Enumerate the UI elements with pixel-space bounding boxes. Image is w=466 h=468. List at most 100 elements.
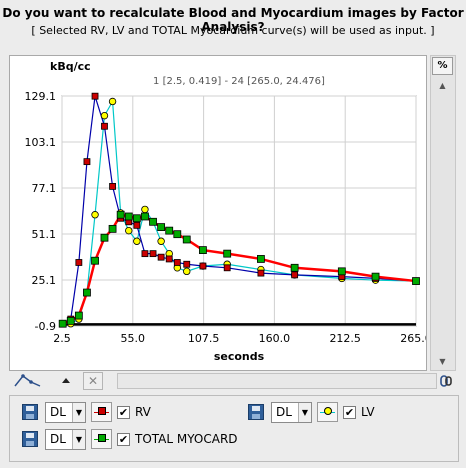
data-point (257, 269, 265, 277)
circle-marker-icon (324, 407, 332, 415)
curve-row-rv: DL ▼ ✔ RV (22, 400, 151, 424)
data-point (371, 272, 380, 281)
data-point (133, 237, 141, 245)
data-point (157, 237, 165, 245)
data-point (157, 253, 165, 261)
data-point (173, 259, 181, 266)
data-point (91, 92, 99, 100)
y-tick-label: 25.1 (32, 274, 57, 287)
data-point (108, 224, 117, 233)
curve-label-lv: LV (361, 405, 375, 419)
curve-chart[interactable]: 129.1103.177.151.125.1-0.92.5 55.0 107.5 16… (10, 56, 432, 370)
marker-style-button-rv[interactable] (91, 402, 112, 422)
data-point (199, 262, 207, 270)
square-marker-icon (98, 407, 106, 415)
data-point (149, 217, 157, 226)
curve-row-myocard: DL ▼ ✔ TOTAL MYOCARD (22, 427, 238, 451)
data-point (257, 255, 265, 263)
x-tick-label: 265.0 (400, 332, 426, 345)
chevron-down-icon: ▼ (298, 402, 311, 422)
horizontal-scrollbar[interactable] (117, 373, 437, 389)
data-point (337, 267, 346, 276)
data-point (83, 158, 91, 166)
y-tick-label: 103.1 (25, 136, 57, 149)
mode-select-lv[interactable]: DL ▼ (271, 401, 312, 423)
data-point (291, 271, 299, 279)
curve-label-myocard: TOTAL MYOCARD (135, 432, 238, 446)
checkbox-myocard[interactable]: ✔ (117, 432, 130, 446)
data-point (141, 205, 149, 214)
scroll-down-arrow[interactable]: ▼ (432, 355, 453, 369)
data-point (173, 230, 182, 239)
data-point (101, 122, 108, 130)
data-point (183, 260, 191, 268)
data-point (412, 277, 420, 285)
data-point (223, 249, 232, 258)
data-point (125, 226, 133, 235)
eject-icon[interactable] (59, 372, 73, 390)
y-tick-label: 77.1 (32, 182, 57, 195)
data-point (66, 316, 75, 325)
side-strip (430, 55, 456, 371)
data-point (183, 267, 191, 276)
data-point (157, 223, 166, 232)
mode-select-myocard[interactable]: DL ▼ (45, 428, 86, 450)
y-tick-label: 129.1 (25, 90, 57, 103)
curve-label-rv: RV (135, 405, 151, 419)
data-point (124, 212, 133, 221)
close-button[interactable]: ✕ (83, 372, 103, 390)
data-point (108, 97, 117, 106)
data-point (75, 259, 83, 266)
data-point (100, 233, 109, 242)
data-point (109, 183, 116, 190)
save-icon[interactable] (22, 431, 38, 447)
chevron-down-icon: ▼ (72, 429, 85, 449)
curve-selection-panel: DL ▼ ✔ RV DL ▼ ✔ LV DL ▼ ✔ TOTAL MYOCARD (9, 395, 459, 462)
data-point (165, 255, 173, 263)
mode-select-value: DL (276, 404, 292, 419)
data-point (290, 263, 299, 272)
mode-select-value: DL (50, 404, 66, 419)
mode-select-rv[interactable]: DL ▼ (45, 401, 86, 423)
x-tick-label: 55.0 (121, 332, 146, 345)
marker-style-button-myocard[interactable] (91, 429, 112, 449)
data-point (149, 250, 157, 258)
data-point (199, 246, 207, 255)
y-tick-label: 51.1 (32, 228, 57, 241)
mode-select-value: DL (50, 431, 66, 446)
coordinate-readout: 1 [2.5, 0.419] - 24 [265.0, 24.476] (153, 76, 325, 87)
x-tick-label: 212.5 (329, 332, 361, 345)
percent-button[interactable]: % (432, 57, 453, 75)
link-icon[interactable] (438, 372, 456, 390)
checkbox-rv[interactable]: ✔ (117, 405, 130, 419)
unit-label: kBq/cc (50, 60, 91, 73)
x-tick-label: 107.5 (188, 332, 220, 345)
chart-toolbar: ✕ (9, 372, 456, 390)
save-icon[interactable] (248, 404, 264, 420)
dialog-note: [ Selected RV, LV and TOTAL Myocardium c… (31, 24, 435, 37)
data-point (100, 111, 109, 120)
data-point (182, 235, 191, 244)
x-tick-label: 2.5 (53, 332, 71, 345)
data-point (133, 221, 141, 229)
data-point (165, 226, 174, 235)
save-icon[interactable] (22, 404, 38, 420)
chart-panel[interactable]: 129.1 103.1 77.1 51.1 25.1 -0.9 2.5 55.0 107.5 16… (9, 55, 432, 371)
square-marker-icon (98, 434, 106, 442)
data-point (91, 256, 99, 265)
data-point (58, 319, 67, 328)
data-point (91, 211, 99, 219)
data-point (141, 212, 149, 221)
checkbox-lv[interactable]: ✔ (343, 405, 356, 419)
chevron-down-icon: ▼ (72, 402, 85, 422)
data-point (74, 311, 83, 320)
data-point (132, 214, 141, 223)
curve-shape-icon[interactable] (13, 372, 43, 390)
data-point (141, 250, 149, 258)
marker-style-button-lv[interactable] (317, 402, 338, 422)
scroll-up-arrow[interactable]: ▲ (432, 79, 453, 93)
data-point (223, 264, 231, 272)
data-point (116, 210, 125, 219)
x-axis-label: seconds (214, 350, 265, 363)
data-point (83, 288, 91, 297)
